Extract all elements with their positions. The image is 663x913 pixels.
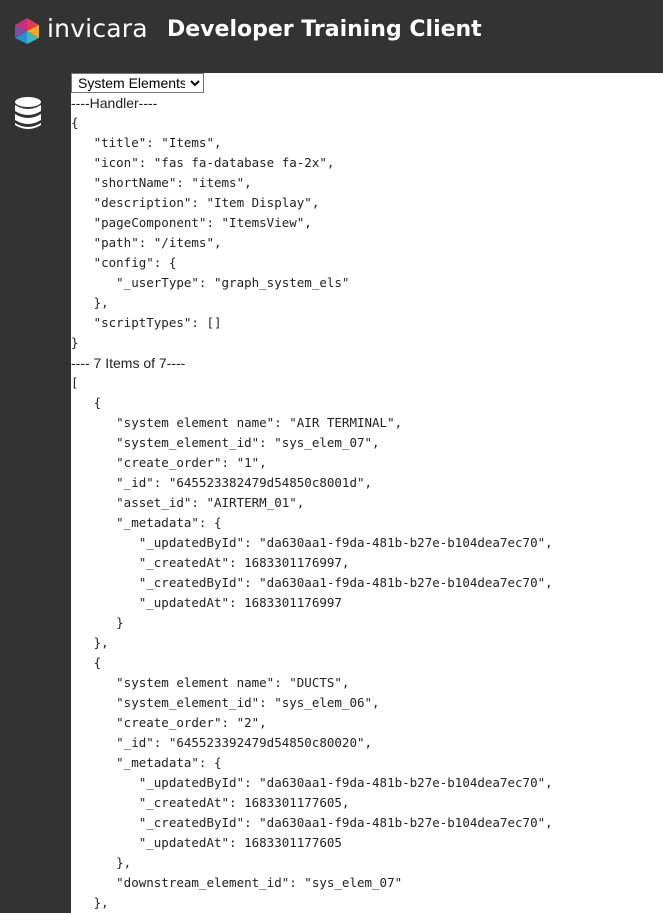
top-bar: invicara Developer Training Client [0,0,663,73]
sidebar-item-items[interactable] [13,96,43,130]
items-json: [ { "system element name": "AIR TERMINAL… [71,375,553,910]
main-content: System Elements ----Handler---- { "title… [71,73,663,913]
items-count-label: ---- 7 Items of 7---- [71,355,186,371]
app-title: Developer Training Client [167,17,482,42]
brand-name: invicara [47,14,148,43]
sidebar [0,73,71,913]
item-type-select[interactable]: System Elements [71,73,204,93]
invicara-logo-icon [15,18,39,44]
database-icon [15,97,41,129]
handler-json: { "title": "Items", "icon": "fas fa-data… [71,115,350,350]
handler-label: ----Handler---- [71,95,158,111]
